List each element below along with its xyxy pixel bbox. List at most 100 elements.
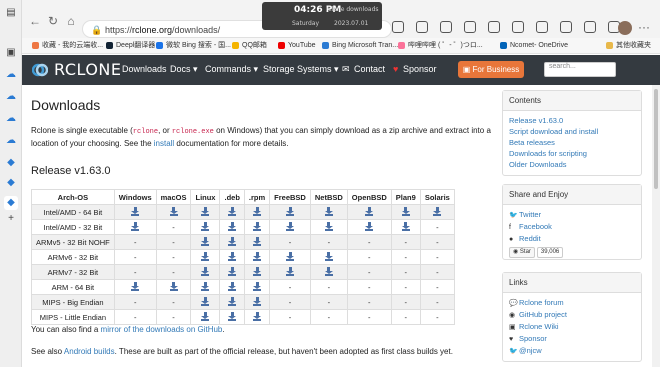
new-tab-icon[interactable]: +: [4, 212, 18, 226]
download-link[interactable]: [309, 219, 348, 235]
tab-icon[interactable]: ☁: [4, 112, 18, 126]
download-link[interactable]: [219, 264, 245, 280]
tab-icon[interactable]: ◆: [4, 176, 18, 190]
download-link[interactable]: [190, 234, 221, 250]
download-link[interactable]: [219, 204, 245, 220]
download-link[interactable]: [243, 309, 271, 325]
download-link[interactable]: [309, 264, 348, 280]
site-logo-text[interactable]: RCLONE: [54, 60, 122, 79]
extension-icon[interactable]: [488, 20, 500, 33]
download-link[interactable]: [269, 249, 311, 265]
download-link[interactable]: [190, 264, 221, 280]
download-icon[interactable]: [228, 251, 237, 261]
download-icon[interactable]: [365, 221, 374, 231]
download-link[interactable]: [219, 234, 245, 250]
download-link[interactable]: [309, 249, 348, 265]
tab-icon[interactable]: ▣: [4, 46, 18, 60]
search-input[interactable]: search...: [544, 62, 616, 77]
download-link[interactable]: [309, 204, 348, 220]
mirror-link[interactable]: mirror of the downloads on GitHub: [101, 325, 223, 334]
bookmark-item[interactable]: Deepl翻译器: [106, 38, 155, 53]
extension-icon[interactable]: [440, 20, 452, 33]
sidebar-link[interactable]: ▣ Rclone Wiki: [509, 321, 635, 333]
bookmark-item[interactable]: YouTube: [278, 38, 316, 53]
download-link[interactable]: [155, 204, 192, 220]
download-link[interactable]: [190, 204, 221, 220]
download-icon[interactable]: [201, 221, 210, 231]
contents-link[interactable]: Downloads for scripting: [509, 148, 635, 159]
download-icon[interactable]: [201, 251, 210, 261]
download-link[interactable]: [243, 294, 271, 310]
tab-icon[interactable]: ☁: [4, 68, 18, 82]
download-link[interactable]: [219, 219, 245, 235]
download-icon[interactable]: [253, 311, 262, 321]
download-icon[interactable]: [228, 266, 237, 276]
download-link[interactable]: [113, 204, 157, 220]
bookmark-item[interactable]: 收藏 - 我的云端收...: [32, 38, 103, 53]
download-link[interactable]: [390, 204, 421, 220]
download-icon[interactable]: [201, 206, 210, 216]
download-link[interactable]: [243, 234, 271, 250]
download-link[interactable]: [113, 279, 157, 295]
scrollbar-thumb[interactable]: [654, 89, 658, 189]
bookmark-item[interactable]: QQ邮箱: [232, 38, 267, 53]
download-icon[interactable]: [433, 206, 442, 216]
star-button[interactable]: ◉ Star: [509, 247, 535, 258]
refresh-icon[interactable]: ↻: [46, 14, 60, 28]
download-link[interactable]: [390, 219, 421, 235]
sidebar-link[interactable]: 🐦@njcw: [509, 345, 635, 357]
nav-contact[interactable]: Contact: [354, 64, 385, 74]
bookmark-item[interactable]: 哔哩哔哩 ( ゜- ゜)つロ...: [398, 38, 483, 53]
star-count[interactable]: 39,006: [536, 247, 564, 258]
download-link[interactable]: [219, 249, 245, 265]
download-icon[interactable]: [253, 206, 262, 216]
download-icon[interactable]: [201, 236, 210, 246]
for-business-button[interactable]: ▣ For Business: [458, 61, 524, 78]
download-icon[interactable]: [228, 311, 237, 321]
download-icon[interactable]: [286, 206, 295, 216]
download-icon[interactable]: [131, 281, 140, 291]
download-icon[interactable]: [324, 206, 333, 216]
download-icon[interactable]: [253, 221, 262, 231]
download-icon[interactable]: [169, 281, 178, 291]
download-icon[interactable]: [131, 221, 140, 231]
install-link[interactable]: install: [154, 139, 174, 148]
download-link[interactable]: [190, 294, 221, 310]
download-icon[interactable]: [324, 221, 333, 231]
extension-icon[interactable]: [512, 20, 524, 33]
download-link[interactable]: [243, 279, 271, 295]
sidebar-link[interactable]: ♥ Sponsor: [509, 333, 635, 345]
nav-downloads[interactable]: Downloads: [122, 64, 167, 74]
download-icon[interactable]: [324, 251, 333, 261]
download-link[interactable]: [219, 279, 245, 295]
download-icon[interactable]: [253, 236, 262, 246]
download-link[interactable]: [269, 219, 311, 235]
download-icon[interactable]: [365, 206, 374, 216]
download-link[interactable]: [269, 264, 311, 280]
download-link[interactable]: [219, 294, 245, 310]
tab-icon[interactable]: ☁: [4, 90, 18, 104]
extension-icon[interactable]: [536, 20, 548, 33]
download-link[interactable]: [346, 219, 392, 235]
download-icon[interactable]: [286, 266, 295, 276]
download-link[interactable]: [190, 309, 221, 325]
extension-icon[interactable]: [584, 20, 596, 33]
download-link[interactable]: [190, 249, 221, 265]
share-link[interactable]: 🐦Twitter: [509, 209, 635, 221]
extension-icon[interactable]: [392, 20, 404, 33]
home-icon[interactable]: ⌂: [64, 14, 78, 28]
rclone-logo-icon[interactable]: [32, 62, 48, 78]
active-tab-icon[interactable]: ◆: [4, 196, 18, 210]
download-icon[interactable]: [253, 266, 262, 276]
nav-docs[interactable]: Docs ▾: [170, 64, 198, 75]
download-icon[interactable]: [131, 206, 140, 216]
sidebar-link[interactable]: 💬Rclone forum: [509, 297, 635, 309]
download-icon[interactable]: [201, 296, 210, 306]
download-link[interactable]: [113, 219, 157, 235]
download-icon[interactable]: [253, 281, 262, 291]
download-icon[interactable]: [401, 221, 410, 231]
contents-link[interactable]: Release v1.63.0: [509, 115, 635, 126]
download-icon[interactable]: [201, 281, 210, 291]
download-link[interactable]: [243, 219, 271, 235]
bookmark-item[interactable]: Bing Microsoft Tran...: [322, 38, 398, 53]
